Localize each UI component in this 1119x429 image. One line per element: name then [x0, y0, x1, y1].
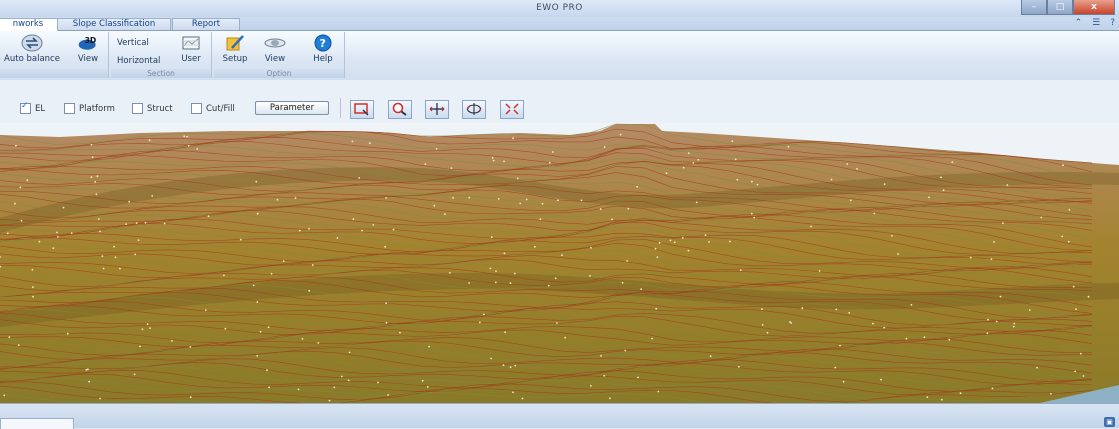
- setup-label: Setup: [222, 54, 248, 64]
- status-bar: ▣: [0, 403, 1119, 429]
- tab-report[interactable]: Report: [172, 18, 240, 30]
- help-label: Help: [313, 54, 333, 64]
- app-title: EWO PRO: [536, 3, 583, 13]
- rotate-tool[interactable]: [462, 100, 486, 119]
- zoom-tool[interactable]: [388, 100, 412, 119]
- user-section-label: User: [181, 54, 201, 64]
- view-options-label: View: [264, 54, 286, 64]
- lock-icon[interactable]: ▣: [1104, 417, 1115, 427]
- platform-label: Platform: [79, 103, 115, 114]
- ribbon-tab-bar: nworks Slope Classification Report ⌃ ☰ ?: [0, 17, 1119, 31]
- close-button[interactable]: x: [1073, 0, 1115, 15]
- vertical-section-button[interactable]: Vertical: [117, 38, 149, 48]
- collapse-ribbon-icon[interactable]: ⌃: [1075, 18, 1083, 28]
- layout-icon[interactable]: ☰: [1092, 18, 1100, 28]
- toolstrip-separator: [340, 98, 341, 118]
- checkbox-platform[interactable]: Platform: [64, 103, 115, 114]
- ribbon-right-icons: ⌃ ☰ ?: [1075, 18, 1115, 28]
- checkbox-struct[interactable]: Struct: [132, 103, 173, 114]
- pan-icon: [429, 103, 445, 115]
- auto-balance-button[interactable]: Auto balance: [0, 34, 64, 68]
- pan-tool[interactable]: [425, 100, 449, 119]
- terrain-mesh: [0, 123, 1119, 403]
- ribbon: Auto balance 3D View Vertical Horizontal…: [0, 31, 1119, 81]
- user-section-button[interactable]: User: [177, 34, 205, 68]
- zoom-icon: [392, 102, 407, 116]
- help-small-icon[interactable]: ?: [1110, 18, 1115, 28]
- tab-slope-classification[interactable]: Slope Classification: [57, 18, 171, 30]
- horizontal-section-button[interactable]: Horizontal: [117, 56, 160, 66]
- auto-balance-label: Auto balance: [4, 54, 60, 64]
- terrain-3d-viewport[interactable]: [0, 123, 1119, 403]
- group-label-option: Option: [214, 69, 344, 78]
- el-label: EL: [35, 103, 46, 114]
- status-tab[interactable]: [0, 418, 74, 429]
- el-checkbox-box[interactable]: [20, 101, 31, 114]
- struct-checkbox-box[interactable]: [132, 103, 143, 114]
- auto-balance-icon: [21, 34, 43, 52]
- cut-fill-checkbox-box[interactable]: [191, 103, 202, 114]
- view-options-icon: [264, 38, 286, 48]
- platform-checkbox-box[interactable]: [64, 103, 75, 114]
- group-label-section: Section: [111, 69, 211, 78]
- minimize-button[interactable]: –: [1021, 0, 1047, 15]
- fit-extents-tool[interactable]: [500, 100, 524, 119]
- help-icon: ?: [314, 34, 332, 52]
- setup-icon: [226, 35, 244, 51]
- fit-extents-icon: [505, 103, 519, 115]
- checkbox-cut-fill[interactable]: Cut/Fill: [191, 103, 235, 114]
- 3d-view-button[interactable]: 3D View: [70, 34, 106, 68]
- ribbon-group-section: Vertical Horizontal User Section: [111, 32, 212, 78]
- view-toolstrip: EL Platform Struct Cut/Fill Parameter: [0, 80, 1119, 123]
- ribbon-group-option: Setup View ? Help Option: [214, 32, 345, 78]
- group-label-balance: [0, 69, 108, 78]
- struct-label: Struct: [147, 103, 173, 114]
- parameter-button[interactable]: Parameter: [255, 101, 329, 115]
- view-3d-label: View: [77, 54, 99, 64]
- window-controls: – □ x: [1021, 0, 1115, 15]
- ribbon-group-balance: Auto balance 3D View: [0, 32, 109, 78]
- 3d-view-icon: 3D: [78, 36, 97, 50]
- user-section-icon: [182, 36, 200, 50]
- maximize-button[interactable]: □: [1047, 0, 1073, 15]
- title-bar: EWO PRO – □ x: [0, 0, 1119, 17]
- checkbox-el[interactable]: EL: [20, 101, 46, 114]
- help-button[interactable]: ? Help: [308, 34, 338, 68]
- tab-earthworks[interactable]: nworks: [0, 18, 58, 31]
- help-glyph: ?: [320, 37, 326, 50]
- zoom-window-tool[interactable]: [350, 100, 374, 119]
- cut-fill-label: Cut/Fill: [206, 103, 235, 114]
- setup-button[interactable]: Setup: [220, 34, 250, 68]
- rotate-icon: [466, 103, 482, 115]
- 3d-badge-text: 3D: [85, 36, 97, 45]
- view-options-button[interactable]: View: [260, 34, 290, 68]
- zoom-window-icon: [354, 103, 369, 116]
